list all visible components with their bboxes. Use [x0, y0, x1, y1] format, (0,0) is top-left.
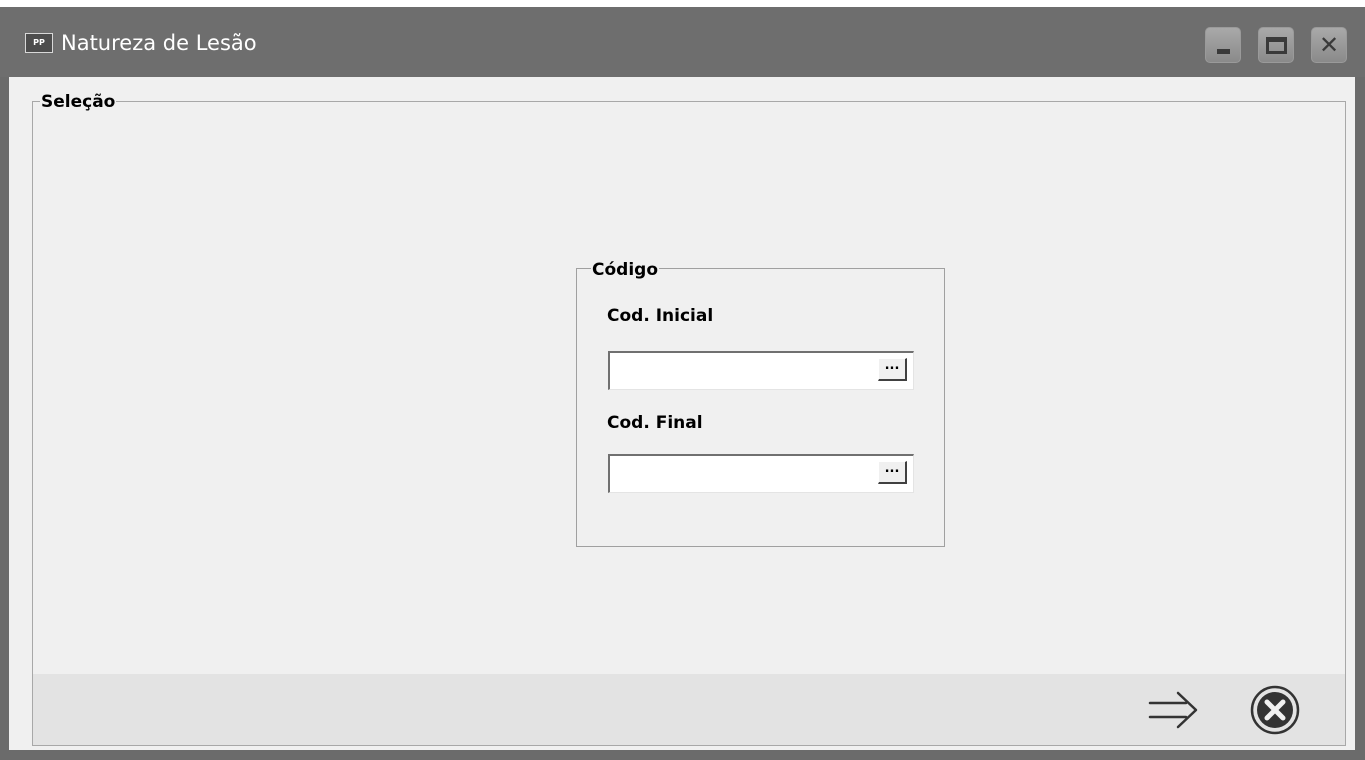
window-title: Natureza de Lesão	[61, 31, 257, 55]
cancel-circle-icon	[1250, 685, 1300, 735]
title-bar[interactable]: PP Natureza de Lesão ✕	[0, 7, 1365, 77]
footer-bar	[33, 674, 1345, 745]
app-icon[interactable]: PP	[25, 33, 53, 53]
final-code-input[interactable]	[612, 458, 880, 488]
close-button[interactable]: ✕	[1311, 27, 1347, 63]
final-code-lookup-button[interactable]: ...	[878, 461, 907, 484]
arrow-right-icon	[1148, 691, 1198, 729]
final-code-label: Cod. Final	[607, 413, 703, 433]
initial-code-lookup-button[interactable]: ...	[878, 358, 907, 381]
client-area: Seleção Código Cod. Inicial ... Cod. Fin…	[9, 77, 1355, 750]
next-button[interactable]	[1140, 686, 1206, 734]
minimize-icon	[1217, 49, 1230, 54]
maximize-icon	[1266, 37, 1287, 54]
close-icon: ✕	[1318, 31, 1340, 59]
minimize-button[interactable]	[1205, 27, 1241, 63]
code-legend: Código	[591, 260, 659, 280]
cancel-button[interactable]	[1247, 684, 1303, 736]
maximize-button[interactable]	[1258, 27, 1294, 63]
final-code-field: ...	[608, 454, 914, 493]
initial-code-input[interactable]	[612, 355, 880, 385]
initial-code-label: Cod. Inicial	[607, 306, 714, 326]
selection-legend: Seleção	[40, 92, 117, 112]
app-window: PP Natureza de Lesão ✕ Seleção Código Co…	[0, 7, 1365, 760]
initial-code-field: ...	[608, 351, 914, 390]
